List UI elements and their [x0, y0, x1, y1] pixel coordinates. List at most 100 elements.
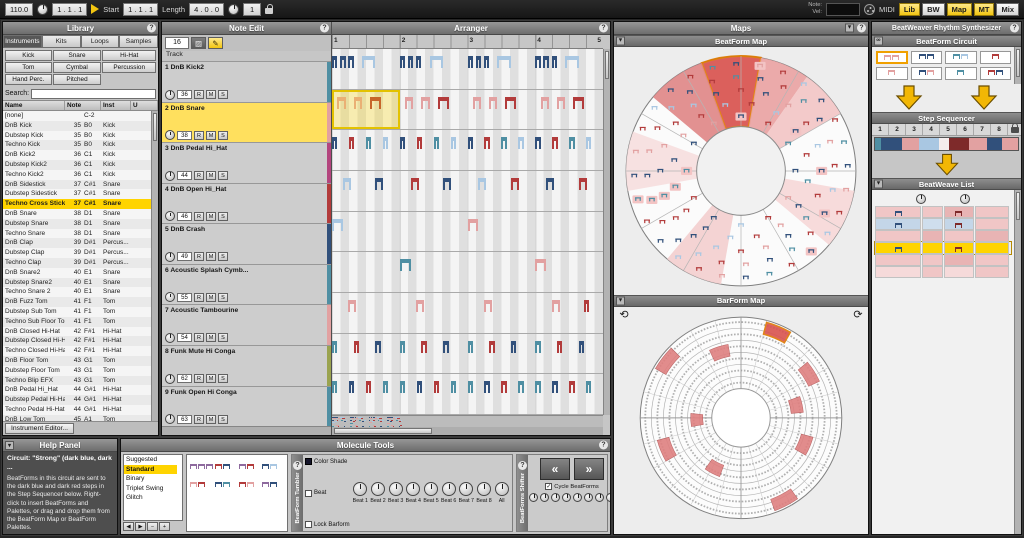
track-m-button[interactable]: M	[206, 293, 216, 302]
track-s-button[interactable]: S	[218, 171, 228, 180]
note-block[interactable]	[400, 56, 405, 68]
view-button-lib[interactable]: Lib	[899, 3, 920, 16]
track-row[interactable]: 6 Acoustic Splash Cymb...55RMS	[162, 264, 331, 305]
table-row[interactable]: Techno Sub Floor Tom41F1Tom	[3, 317, 151, 327]
note-block[interactable]	[518, 137, 523, 149]
note-block[interactable]	[383, 137, 388, 149]
table-row[interactable]: Techno Closed Hi-Hat42F#1Hi-Hat	[3, 346, 151, 356]
beatweave-cell[interactable]	[922, 266, 942, 278]
track-m-button[interactable]: M	[206, 252, 216, 261]
loop-start-display[interactable]: 1 . 1 . 1	[123, 3, 158, 16]
table-row[interactable]: Dubstep Pedal Hi-Hat44G#1Hi-Hat	[3, 395, 151, 405]
note-block[interactable]	[468, 137, 473, 149]
note-block[interactable]	[375, 341, 380, 353]
category-button-snare[interactable]: Snare	[53, 50, 102, 61]
list-item[interactable]: Suggested	[124, 455, 177, 465]
track-knob[interactable]	[165, 292, 175, 302]
beatweave-cell[interactable]	[944, 218, 974, 230]
note-block[interactable]	[569, 381, 574, 393]
help-icon[interactable]: ?	[857, 24, 866, 33]
track-note-value[interactable]: 44	[177, 171, 192, 180]
chevron-down-icon[interactable]: ▾	[616, 296, 625, 305]
chevron-down-icon[interactable]: ▾	[616, 37, 625, 46]
note-block[interactable]	[375, 178, 383, 190]
track-s-button[interactable]: S	[218, 131, 228, 140]
table-row[interactable]: DnB Kick35B0Kick	[3, 121, 151, 131]
step-segment[interactable]	[881, 138, 902, 150]
circuit-cell[interactable]	[945, 67, 977, 80]
step-number[interactable]: 8	[991, 124, 1008, 135]
table-row[interactable]: Dubstep Floor Tom43G1Tom	[3, 366, 151, 376]
track-knob[interactable]	[165, 252, 175, 262]
track-note-value[interactable]: 63	[177, 415, 192, 424]
arranger-row[interactable]	[332, 212, 603, 253]
step-pattern-bar[interactable]	[874, 137, 1019, 151]
arranger-vscrollbar[interactable]	[603, 49, 610, 415]
note-block[interactable]	[408, 56, 413, 68]
beat-knob[interactable]	[389, 482, 403, 496]
track-r-button[interactable]: R	[194, 415, 204, 424]
note-block[interactable]	[348, 56, 353, 68]
beat-knob[interactable]	[424, 482, 438, 496]
column-inst[interactable]: Inst	[101, 101, 131, 110]
note-block[interactable]	[332, 381, 337, 393]
tempo-display[interactable]: 110.0	[5, 3, 33, 16]
note-block[interactable]	[518, 381, 523, 393]
list-item[interactable]: Binary	[124, 474, 177, 484]
tab-samples[interactable]: Samples	[119, 35, 158, 48]
shifter-knob[interactable]	[595, 493, 604, 502]
track-knob[interactable]	[165, 130, 175, 140]
note-block[interactable]	[443, 178, 451, 190]
category-button-hand-perc-[interactable]: Hand Perc.	[5, 74, 52, 85]
note-block[interactable]	[473, 97, 481, 109]
step-segment[interactable]	[939, 138, 949, 150]
note-block[interactable]	[362, 56, 376, 68]
track-row[interactable]: 2 DnB Snare38RMS	[162, 102, 331, 143]
note-block[interactable]	[400, 381, 405, 393]
track-r-button[interactable]: R	[194, 252, 204, 261]
track-note-value[interactable]: 36	[177, 90, 192, 99]
shifter-knob[interactable]	[529, 493, 538, 502]
view-button-mix[interactable]: Mix	[996, 3, 1019, 16]
circuit-cell[interactable]	[980, 51, 1012, 64]
shifter-knob[interactable]	[584, 493, 593, 502]
view-button-map[interactable]: Map	[947, 3, 972, 16]
note-block[interactable]	[400, 259, 411, 271]
category-button-hi-hat[interactable]: Hi-Hat	[102, 50, 156, 61]
zoom-out-button[interactable]: −	[147, 522, 158, 531]
note-block[interactable]	[421, 341, 426, 353]
category-button-cymbal[interactable]: Cymbal	[53, 62, 102, 73]
chevron-down-icon[interactable]: ▾	[845, 24, 854, 33]
help-icon[interactable]: ?	[147, 24, 156, 33]
beatweave-cell[interactable]	[975, 206, 1009, 218]
note-block[interactable]	[438, 97, 449, 109]
help-icon[interactable]: ?	[320, 24, 329, 33]
track-m-button[interactable]: M	[206, 333, 216, 342]
help-icon[interactable]: ?	[599, 24, 608, 33]
category-button-kick[interactable]: Kick	[5, 50, 52, 61]
track-row[interactable]: 3 DnB Pedal Hi_Hat44RMS	[162, 142, 331, 183]
note-block[interactable]	[552, 56, 557, 68]
weave-knob[interactable]	[916, 194, 926, 204]
note-block[interactable]	[535, 259, 546, 271]
track-m-button[interactable]: M	[206, 171, 216, 180]
next-button[interactable]: ▶	[135, 522, 146, 531]
track-row[interactable]: 7 Acoustic Tambourine54RMS	[162, 304, 331, 345]
help-icon[interactable]: ?	[599, 441, 608, 450]
note-block[interactable]	[535, 381, 540, 393]
step-number[interactable]: 7	[974, 124, 991, 135]
note-block[interactable]	[489, 97, 497, 109]
track-row[interactable]: 8 Funk Mute Hi Conga62RMS	[162, 345, 331, 386]
rotate-right-icon[interactable]: ⟳	[851, 309, 865, 323]
color-swatch[interactable]	[305, 458, 312, 465]
track-m-button[interactable]: M	[206, 374, 216, 383]
note-block[interactable]	[489, 341, 494, 353]
track-knob[interactable]	[165, 374, 175, 384]
track-r-button[interactable]: R	[194, 171, 204, 180]
column-u[interactable]: U	[131, 101, 158, 110]
prev-button[interactable]: ◀	[123, 522, 134, 531]
bar-ruler[interactable]: 12345	[332, 35, 603, 49]
step-segment[interactable]	[969, 138, 986, 150]
beatweave-cell[interactable]	[944, 242, 974, 254]
note-block[interactable]	[552, 137, 557, 149]
